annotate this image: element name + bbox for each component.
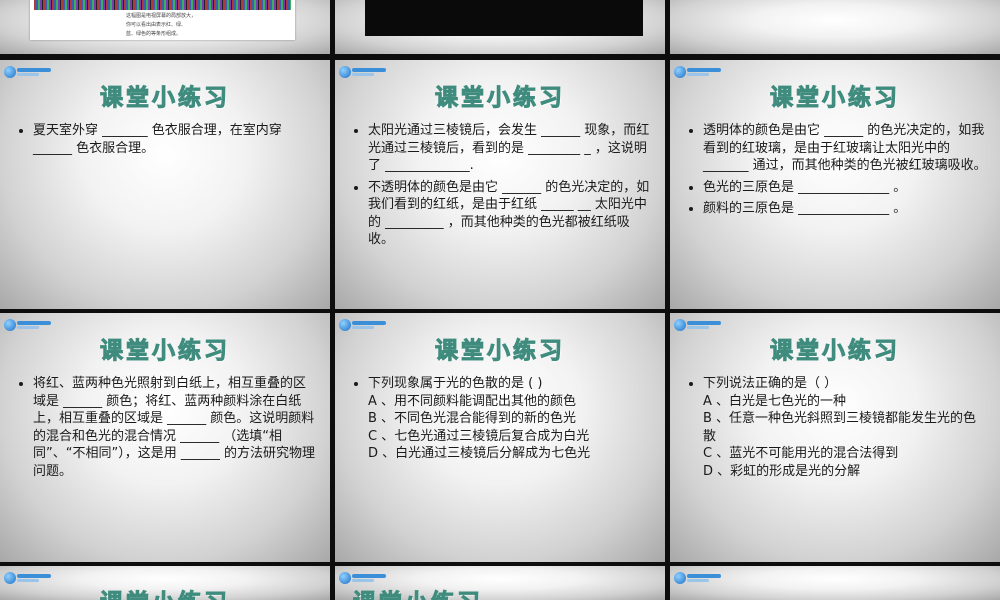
logo-icon <box>4 66 52 78</box>
bullet-text: 不透明体的颜色是由它 ______ 的色光决定的，如我们看到的红纸，是由于红纸 … <box>368 179 650 248</box>
bullet-item: 太阳光通过三棱镜后，会发生 ______ 现象，而红光通过三棱镜后，看到的是 _… <box>368 122 653 175</box>
logo-icon <box>339 66 387 78</box>
slide-body: 透明体的颜色是由它 ______ 的色光决定的，如我看到的红玻璃，是由于红玻璃让… <box>690 122 988 222</box>
slide-thumbnail-top-middle[interactable] <box>335 0 665 54</box>
answer-option: D 、白光通过三棱镜后分解成为七色光 <box>368 446 591 461</box>
slide-thumbnail-4[interactable]: 课堂小练习将红、蓝两种色光照射到白纸上，相互重叠的区域是 ______ 颜色；将… <box>0 313 330 562</box>
bullet-item: 下列说法正确的是（ ） A 、白光是七色光的一种 B 、任意一种色光斜照到三棱镜都能… <box>703 375 988 480</box>
slide-thumbnail-6[interactable]: 课堂小练习下列说法正确的是（ ） A 、白光是七色光的一种 B 、任意一种色光斜照到… <box>670 313 1000 562</box>
slide-thumbnail-top-right[interactable] <box>670 0 1000 54</box>
answer-option: A 、用不同颜料能调配出其他的颜色 <box>368 393 577 409</box>
bullet-list: 透明体的颜色是由它 ______ 的色光决定的，如我看到的红玻璃，是由于红玻璃让… <box>690 122 988 218</box>
bullet-text: 下列说法正确的是（ ） <box>703 376 838 391</box>
bullet-item: 夏天室外穿 _______ 色衣服合理，在室内穿 ______ 色衣服合理。 <box>33 122 318 157</box>
video-frame <box>365 0 643 36</box>
slide-thumbnail-2[interactable]: 课堂小练习太阳光通过三棱镜后，会发生 ______ 现象，而红光通过三棱镜后，看… <box>335 60 665 309</box>
image-caption: 这幅图是电视屏幕的局部放大， 你可以看出由表示红、绿、 蓝、绿色的等条形组成。 <box>126 12 196 39</box>
answer-option: C 、蓝光不可能用光的混合法得到 <box>703 446 899 461</box>
logo-icon <box>4 319 52 331</box>
bullet-text: 色光的三原色是 ______________ 。 <box>703 179 907 195</box>
slide-title: 课堂小练习 <box>435 338 565 365</box>
answer-option: C 、七色光通过三棱镜后复合成为白光 <box>368 428 590 444</box>
slide-title: 课堂小练习 <box>0 583 330 600</box>
slide-thumbnail-1[interactable]: 课堂小练习夏天室外穿 _______ 色衣服合理，在室内穿 ______ 色衣服… <box>0 60 330 309</box>
slide-thumbnail-top-left[interactable]: 这幅图是电视屏幕的局部放大， 你可以看出由表示红、绿、 蓝、绿色的等条形组成。 <box>0 0 330 54</box>
answer-option: B 、不同色光混合能得到的新的色光 <box>368 411 577 426</box>
caption-line: 这幅图是电视屏幕的局部放大， <box>126 13 197 19</box>
bullet-text: 太阳光通过三棱镜后，会发生 ______ 现象，而红光通过三棱镜后，看到的是 _… <box>368 123 650 173</box>
logo-icon <box>674 319 722 331</box>
bullet-list: 太阳光通过三棱镜后，会发生 ______ 现象，而红光通过三棱镜后，看到的是 _… <box>355 122 653 249</box>
slide-thumbnail-bottom-right[interactable] <box>670 566 1000 600</box>
bullet-text: 下列现象属于光的色散的是 ( ) <box>368 376 543 391</box>
bullet-text: 颜料的三原色是 ______________ 。 <box>703 201 907 216</box>
slide-body: 太阳光通过三棱镜后，会发生 ______ 现象，而红光通过三棱镜后，看到的是 _… <box>355 122 653 253</box>
answer-option: D 、彩虹的形成是光的分解 <box>703 463 861 479</box>
caption-line: 蓝、绿色的等条形组成。 <box>126 31 182 37</box>
answer-option: B 、任意一种色光斜照到三棱镜都能发生光的色散 <box>703 411 977 444</box>
slide-title: 课堂小练习 <box>770 338 900 365</box>
screen-zoom-image: 这幅图是电视屏幕的局部放大， 你可以看出由表示红、绿、 蓝、绿色的等条形组成。 <box>30 0 295 40</box>
slide-thumbnail-3[interactable]: 课堂小练习透明体的颜色是由它 ______ 的色光决定的，如我看到的红玻璃，是由… <box>670 60 1000 309</box>
slide-title: 课堂小练习 <box>353 583 665 600</box>
slide-body: 将红、蓝两种色光照射到白纸上，相互重叠的区域是 ______ 颜色；将红、蓝两种… <box>20 375 318 484</box>
bullet-list: 下列说法正确的是（ ） A 、白光是七色光的一种 B 、任意一种色光斜照到三棱镜都能… <box>690 375 988 480</box>
caption-line: 你可以看出由表示红、绿、 <box>126 22 187 28</box>
bullet-item: 将红、蓝两种色光照射到白纸上，相互重叠的区域是 ______ 颜色；将红、蓝两种… <box>33 375 318 480</box>
bullet-item: 不透明体的颜色是由它 ______ 的色光决定的，如我们看到的红纸，是由于红纸 … <box>368 179 653 249</box>
slide-title: 课堂小练习 <box>435 85 565 112</box>
answer-option: A 、白光是七色光的一种 <box>703 393 847 409</box>
slide-thumbnail-bottom-left[interactable]: 课堂小练习 <box>0 566 330 600</box>
bullet-text: 透明体的颜色是由它 ______ 的色光决定的，如我看到的红玻璃，是由于红玻璃让… <box>703 123 987 173</box>
logo-icon <box>674 572 722 584</box>
slide-body: 下列现象属于光的色散的是 ( ) A 、用不同颜料能调配出其他的颜色 B 、不同色光… <box>355 375 653 467</box>
bullet-text: 夏天室外穿 _______ 色衣服合理，在室内穿 ______ 色衣服合理。 <box>33 123 282 156</box>
bullet-item: 色光的三原色是 ______________ 。 <box>703 179 988 197</box>
slide-title: 课堂小练习 <box>100 338 230 365</box>
logo-icon <box>339 319 387 331</box>
bullet-item: 透明体的颜色是由它 ______ 的色光决定的，如我看到的红玻璃，是由于红玻璃让… <box>703 122 988 175</box>
bullet-list: 下列现象属于光的色散的是 ( ) A 、用不同颜料能调配出其他的颜色 B 、不同色光… <box>355 375 653 463</box>
bullet-list: 夏天室外穿 _______ 色衣服合理，在室内穿 ______ 色衣服合理。 <box>20 122 318 157</box>
bullet-item: 颜料的三原色是 ______________ 。 <box>703 200 988 218</box>
slide-thumbnail-bottom-middle[interactable]: 课堂小练习 <box>335 566 665 600</box>
slide-title: 课堂小练习 <box>100 85 230 112</box>
logo-icon <box>674 66 722 78</box>
slide-body: 下列说法正确的是（ ） A 、白光是七色光的一种 B 、任意一种色光斜照到三棱镜都能… <box>690 375 988 484</box>
bullet-text: 将红、蓝两种色光照射到白纸上，相互重叠的区域是 ______ 颜色；将红、蓝两种… <box>33 376 315 479</box>
color-stripes-image <box>34 0 291 10</box>
bullet-list: 将红、蓝两种色光照射到白纸上，相互重叠的区域是 ______ 颜色；将红、蓝两种… <box>20 375 318 480</box>
bullet-item: 下列现象属于光的色散的是 ( ) A 、用不同颜料能调配出其他的颜色 B 、不同色光… <box>368 375 653 463</box>
slide-body: 夏天室外穿 _______ 色衣服合理，在室内穿 ______ 色衣服合理。 <box>20 122 318 161</box>
slide-title: 课堂小练习 <box>770 85 900 112</box>
slide-thumbnail-5[interactable]: 课堂小练习下列现象属于光的色散的是 ( ) A 、用不同颜料能调配出其他的颜色 B … <box>335 313 665 562</box>
